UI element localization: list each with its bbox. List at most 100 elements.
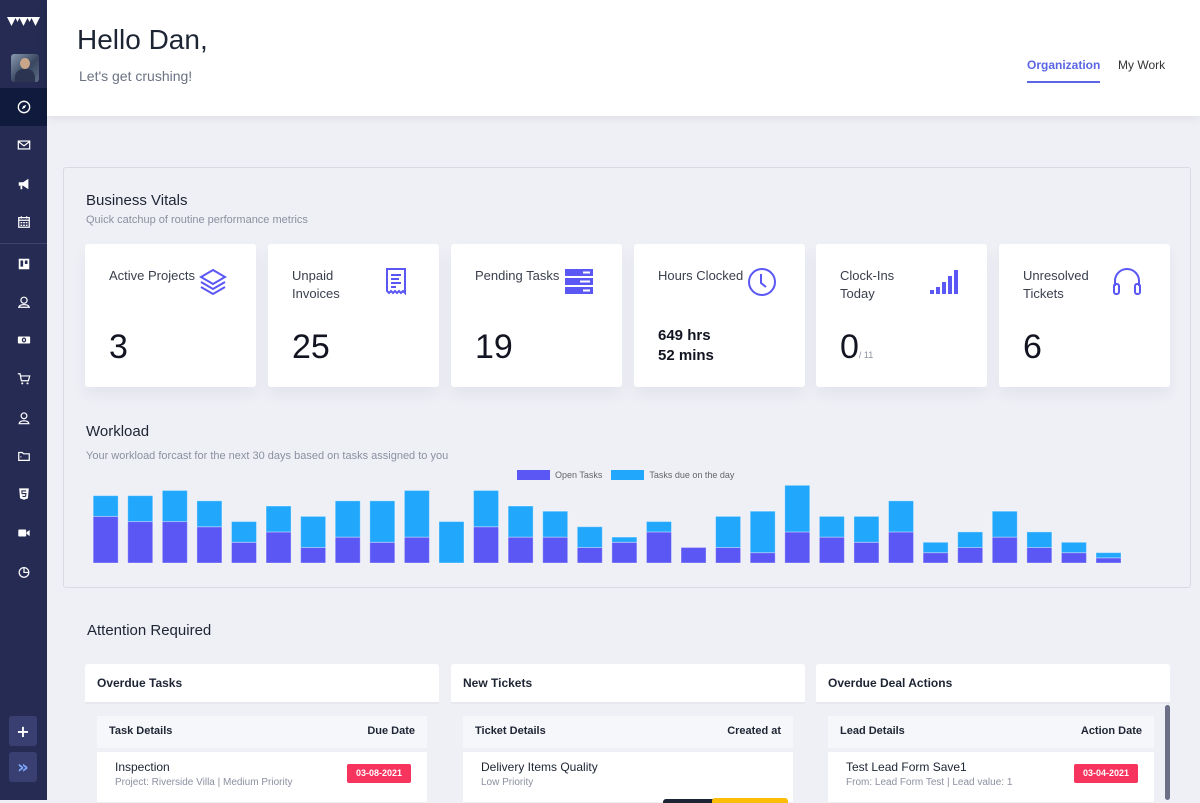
bar-tasks-due[interactable]	[576, 526, 603, 548]
sidebar-item-boards[interactable]	[0, 245, 47, 283]
panel-scrollbar[interactable]	[1165, 705, 1170, 800]
bar-tasks-due[interactable]	[784, 485, 811, 533]
table-row[interactable]: Delivery Items Quality Low Priority	[463, 752, 793, 803]
bar-open-tasks[interactable]	[957, 546, 984, 564]
bar-open-tasks[interactable]	[542, 536, 569, 564]
bar-tasks-due[interactable]	[818, 515, 845, 538]
bar-tasks-due[interactable]	[230, 521, 257, 543]
card-pending-tasks[interactable]: Pending Tasks 19	[451, 244, 622, 387]
bar-tasks-due[interactable]	[196, 500, 223, 528]
bar-open-tasks[interactable]	[1026, 546, 1053, 564]
card-active-projects[interactable]: Active Projects 3	[85, 244, 256, 387]
table-header: Lead Details Action Date	[828, 716, 1154, 748]
bar-tasks-due[interactable]	[957, 531, 984, 548]
due-date-badge: 03-08-2021	[347, 764, 411, 783]
card-hours-clocked[interactable]: Hours Clocked 649 hrs 52 mins	[634, 244, 805, 387]
legend-swatch-open	[517, 470, 550, 480]
card-clock-ins-today[interactable]: Clock-Ins Today 0/ 11	[816, 244, 987, 387]
card-unresolved-tickets[interactable]: Unresolved Tickets 6	[999, 244, 1170, 387]
sidebar-item-web[interactable]	[0, 475, 47, 513]
bar-open-tasks[interactable]	[403, 536, 430, 564]
bar-tasks-due[interactable]	[1095, 552, 1122, 559]
bar-open-tasks[interactable]	[749, 552, 776, 564]
bar-open-tasks[interactable]	[127, 521, 154, 564]
table-row[interactable]: Test Lead Form Save1 From: Lead Form Tes…	[828, 752, 1154, 802]
folder-icon	[17, 451, 30, 461]
tab-my-work[interactable]: My Work	[1118, 58, 1165, 72]
bar-tasks-due[interactable]	[300, 515, 327, 548]
avatar[interactable]	[11, 54, 39, 82]
sidebar-item-video[interactable]	[0, 514, 47, 552]
bar-open-tasks[interactable]	[1095, 557, 1122, 564]
bar-tasks-due[interactable]	[645, 521, 672, 533]
sidebar-item-files[interactable]	[0, 437, 47, 475]
sidebar-item-finance[interactable]	[0, 321, 47, 359]
workload-title: Workload	[86, 423, 150, 440]
sidebar-item-mail[interactable]	[0, 126, 47, 164]
column-header: Lead Details	[840, 725, 905, 737]
bar-tasks-due[interactable]	[473, 489, 500, 528]
sidebar-item-dashboard[interactable]	[0, 88, 47, 126]
sidebar-item-calendar[interactable]	[0, 203, 47, 241]
bar-open-tasks[interactable]	[265, 531, 292, 564]
bar-tasks-due[interactable]	[403, 489, 430, 538]
add-button[interactable]: +	[9, 716, 37, 746]
legend-label-due: Tasks due on the day	[649, 470, 735, 480]
bar-open-tasks[interactable]	[853, 541, 880, 564]
bar-tasks-due[interactable]	[853, 515, 880, 543]
bar-open-tasks[interactable]	[300, 546, 327, 564]
bar-open-tasks[interactable]	[818, 536, 845, 564]
sidebar-item-contacts[interactable]	[0, 283, 47, 321]
bar-tasks-due[interactable]	[542, 510, 569, 538]
sidebar-item-announcements[interactable]	[0, 165, 47, 203]
row-subtitle: Low Priority	[481, 777, 534, 788]
logo-icon[interactable]	[7, 14, 40, 28]
bar-open-tasks[interactable]	[230, 541, 257, 564]
bar-open-tasks[interactable]	[645, 531, 672, 564]
bar-open-tasks[interactable]	[161, 521, 188, 564]
bar-tasks-due[interactable]	[127, 495, 154, 523]
bar-tasks-due[interactable]	[265, 505, 292, 533]
bar-open-tasks[interactable]	[991, 536, 1018, 564]
bar-tasks-due[interactable]	[92, 495, 119, 517]
bar-tasks-due[interactable]	[991, 510, 1018, 538]
card-unpaid-invoices[interactable]: Unpaid Invoices 25	[268, 244, 439, 387]
sidebar-item-store[interactable]	[0, 360, 47, 398]
bar-open-tasks[interactable]	[196, 526, 223, 564]
calendar-icon	[17, 216, 30, 228]
expand-sidebar-button[interactable]: »	[9, 752, 37, 782]
bar-open-tasks[interactable]	[715, 546, 742, 564]
vitals-title: Business Vitals	[86, 192, 188, 209]
bar-open-tasks[interactable]	[922, 552, 949, 564]
bar-open-tasks[interactable]	[680, 546, 707, 564]
bar-tasks-due[interactable]	[1026, 531, 1053, 548]
bar-tasks-due[interactable]	[369, 500, 396, 543]
bar-open-tasks[interactable]	[1060, 552, 1087, 564]
bar-tasks-due[interactable]	[161, 489, 188, 523]
bar-tasks-due[interactable]	[922, 541, 949, 554]
bar-tasks-due[interactable]	[749, 510, 776, 554]
action-date-badge: 03-04-2021	[1074, 764, 1138, 783]
sidebar-item-reports[interactable]	[0, 553, 47, 591]
bar-open-tasks[interactable]	[784, 531, 811, 564]
layers-icon	[199, 268, 227, 296]
table-row[interactable]: Inspection Project: Riverside Villa | Me…	[97, 752, 427, 802]
tab-organization[interactable]: Organization	[1027, 58, 1101, 83]
sidebar-item-users[interactable]	[0, 399, 47, 437]
bar-open-tasks[interactable]	[507, 536, 534, 564]
bar-tasks-due[interactable]	[888, 500, 915, 533]
bar-tasks-due[interactable]	[715, 515, 742, 548]
bar-tasks-due[interactable]	[1060, 541, 1087, 554]
bar-open-tasks[interactable]	[888, 531, 915, 564]
bar-open-tasks[interactable]	[473, 526, 500, 564]
bar-tasks-due[interactable]	[611, 536, 638, 543]
bar-tasks-due[interactable]	[334, 500, 361, 538]
bar-open-tasks[interactable]	[576, 546, 603, 564]
bar-open-tasks[interactable]	[611, 541, 638, 564]
column-header: Due Date	[367, 725, 415, 737]
bar-open-tasks[interactable]	[92, 515, 119, 564]
bar-tasks-due[interactable]	[507, 505, 534, 538]
bar-open-tasks[interactable]	[334, 536, 361, 564]
bar-open-tasks[interactable]	[369, 541, 396, 564]
bar-tasks-due[interactable]	[438, 521, 465, 564]
